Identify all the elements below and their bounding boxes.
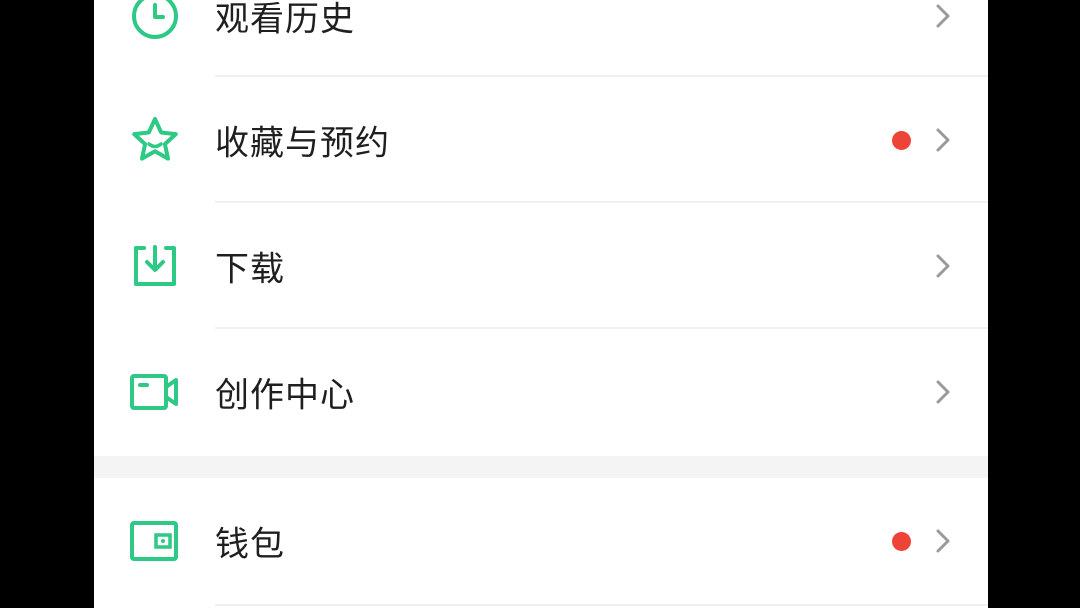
menu-item-label: 下载: [215, 249, 285, 290]
download-icon: [128, 239, 182, 293]
profile-menu-screen: 观看历史 收藏与预约 下载 创作中心 钱包: [94, 0, 988, 608]
chevron-right-icon: [932, 2, 954, 30]
clock-icon: [128, 0, 182, 43]
menu-item-label: 观看历史: [215, 0, 355, 40]
section-separator: [94, 456, 988, 478]
menu-item-favorites-reservations[interactable]: 收藏与预约: [94, 77, 988, 203]
chevron-right-icon: [932, 378, 954, 406]
chevron-right-icon: [932, 252, 954, 280]
menu-item-creator-center[interactable]: 创作中心: [94, 329, 988, 455]
menu-item-label: 创作中心: [215, 375, 355, 416]
notification-dot: [892, 532, 911, 551]
menu-item-label: 钱包: [215, 524, 285, 565]
chevron-right-icon: [932, 126, 954, 154]
divider: [215, 604, 988, 606]
menu-item-download[interactable]: 下载: [94, 203, 988, 329]
menu-item-wallet[interactable]: 钱包: [94, 478, 988, 604]
menu-item-label: 收藏与预约: [215, 123, 390, 164]
menu-item-watch-history[interactable]: 观看历史: [94, 0, 988, 79]
wallet-icon: [128, 514, 182, 568]
video-camera-icon: [128, 365, 182, 419]
notification-dot: [892, 131, 911, 150]
chevron-right-icon: [932, 527, 954, 555]
star-icon: [128, 113, 182, 167]
